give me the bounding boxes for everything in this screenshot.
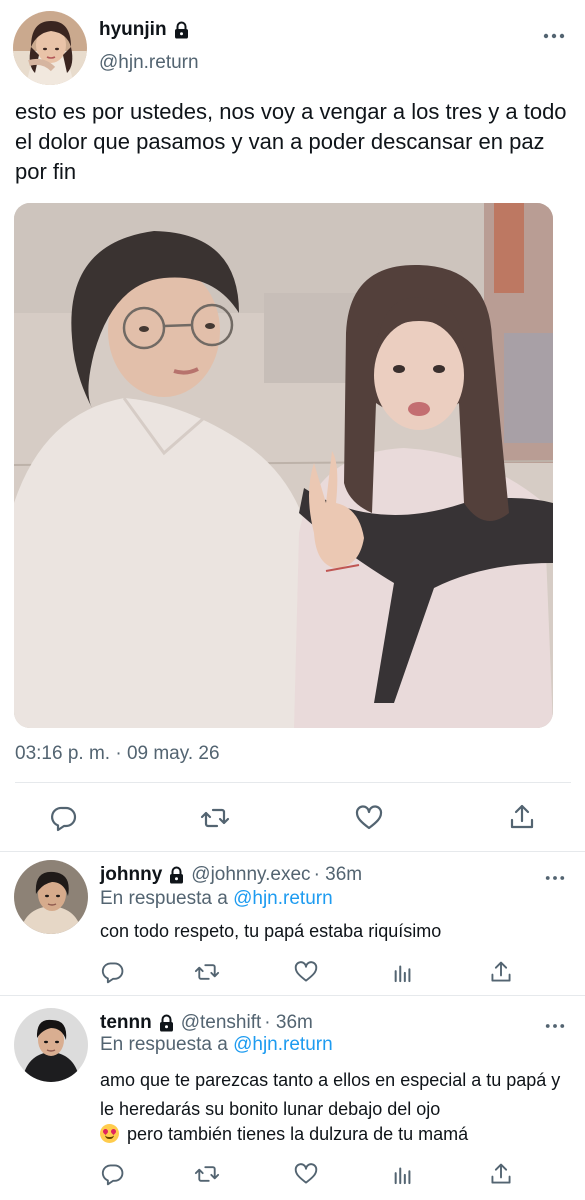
reply-text-line: pero también tienes la dulzura de tu mam…	[127, 1124, 469, 1144]
retweet-icon[interactable]	[194, 960, 220, 984]
reply-icon[interactable]	[50, 804, 78, 832]
replying-to-label: En respuesta a	[100, 1034, 228, 1055]
more-dots-icon[interactable]	[545, 1018, 565, 1029]
share-icon[interactable]	[489, 960, 513, 984]
like-icon[interactable]	[294, 960, 318, 984]
author-name-row: hyunjin	[99, 19, 190, 41]
reply-text: con todo respeto, tu papá estaba riquísi…	[100, 921, 442, 941]
replying-to: En respuesta a @hjn.return	[100, 1034, 333, 1056]
replying-to-label: En respuesta a	[100, 888, 228, 909]
reply-actions	[0, 960, 585, 986]
analytics-icon[interactable]	[392, 960, 414, 984]
reply-time[interactable]: · 36m	[264, 1012, 313, 1034]
share-icon[interactable]	[489, 1162, 513, 1186]
lock-icon	[158, 1014, 175, 1032]
lock-icon	[173, 21, 190, 39]
tweet-photo[interactable]	[14, 203, 553, 728]
reply-actions	[0, 1162, 585, 1188]
reply-author-name[interactable]: johnny	[100, 864, 162, 886]
reply-time[interactable]: · 36m	[314, 864, 363, 886]
reply-author-handle[interactable]: @tenshift	[181, 1012, 262, 1034]
lock-icon	[168, 866, 185, 884]
reply-icon[interactable]	[101, 1162, 125, 1186]
reply-header: tennn @tenshift · 36m	[100, 1012, 313, 1034]
replying-to-mention[interactable]: @hjn.return	[233, 888, 333, 909]
reply-text: pero también tienes la dulzura de tu mam…	[100, 1120, 570, 1149]
analytics-icon[interactable]	[392, 1162, 414, 1186]
tweet-timestamp[interactable]: 03:16 p. m. · 09 may. 26	[15, 743, 220, 765]
retweet-icon[interactable]	[200, 804, 230, 832]
reply-author-name[interactable]: tennn	[100, 1012, 152, 1034]
retweet-icon[interactable]	[194, 1162, 220, 1186]
reply-icon[interactable]	[101, 960, 125, 984]
more-dots-icon[interactable]	[545, 870, 565, 881]
reply-header: johnny @johnny.exec · 36m	[100, 864, 362, 886]
heart-eyes-emoji-icon	[100, 1124, 119, 1143]
tweet-actions	[0, 800, 585, 836]
divider	[0, 995, 585, 996]
more-dots-icon[interactable]	[543, 28, 565, 39]
like-icon[interactable]	[294, 1162, 318, 1186]
author-display-name[interactable]: hyunjin	[99, 19, 167, 41]
replying-to-mention[interactable]: @hjn.return	[233, 1034, 333, 1055]
reply-text: amo que te parezcas tanto a ellos en esp…	[100, 1066, 570, 1124]
reply-author-handle[interactable]: @johnny.exec	[191, 864, 310, 886]
avatar[interactable]	[13, 11, 87, 85]
divider	[15, 782, 571, 783]
author-handle[interactable]: @hjn.return	[99, 52, 199, 74]
divider	[0, 851, 585, 852]
reply-text-line: amo que te parezcas tanto a ellos en esp…	[100, 1070, 561, 1119]
share-icon[interactable]	[508, 803, 536, 831]
replying-to: En respuesta a @hjn.return	[100, 888, 333, 910]
avatar[interactable]	[14, 1008, 88, 1082]
tweet-text: esto es por ustedes, nos voy a vengar a …	[15, 99, 567, 184]
avatar[interactable]	[14, 860, 88, 934]
like-icon[interactable]	[355, 804, 383, 832]
